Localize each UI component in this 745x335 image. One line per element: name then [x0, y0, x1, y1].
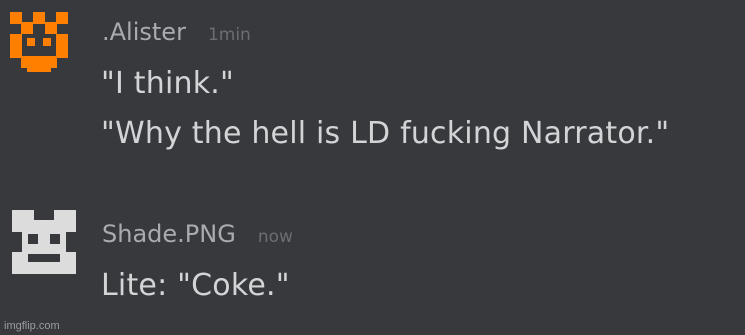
user-avatar[interactable] — [10, 12, 68, 84]
message-line: Lite: "Coke." — [101, 268, 290, 303]
user-avatar[interactable] — [12, 210, 76, 278]
username[interactable]: Shade.PNG — [102, 220, 236, 248]
orange-pixel-face-icon — [10, 12, 68, 72]
message-line: "Why the hell is LD fucking Narrator." — [101, 116, 670, 151]
timestamp: 1min — [207, 25, 251, 45]
message-header: .Alister 1min — [102, 18, 251, 46]
chat-message: Shade.PNG now Lite: "Coke." — [0, 190, 745, 315]
timestamp: now — [257, 227, 293, 247]
username[interactable]: .Alister — [102, 18, 186, 46]
message-header: Shade.PNG now — [102, 220, 293, 248]
white-pixel-face-icon — [12, 210, 76, 274]
chat-message: .Alister 1min "I think." "Why the hell is… — [0, 0, 745, 180]
watermark: imgflip.com — [4, 320, 60, 332]
message-line: "I think." — [101, 66, 235, 101]
